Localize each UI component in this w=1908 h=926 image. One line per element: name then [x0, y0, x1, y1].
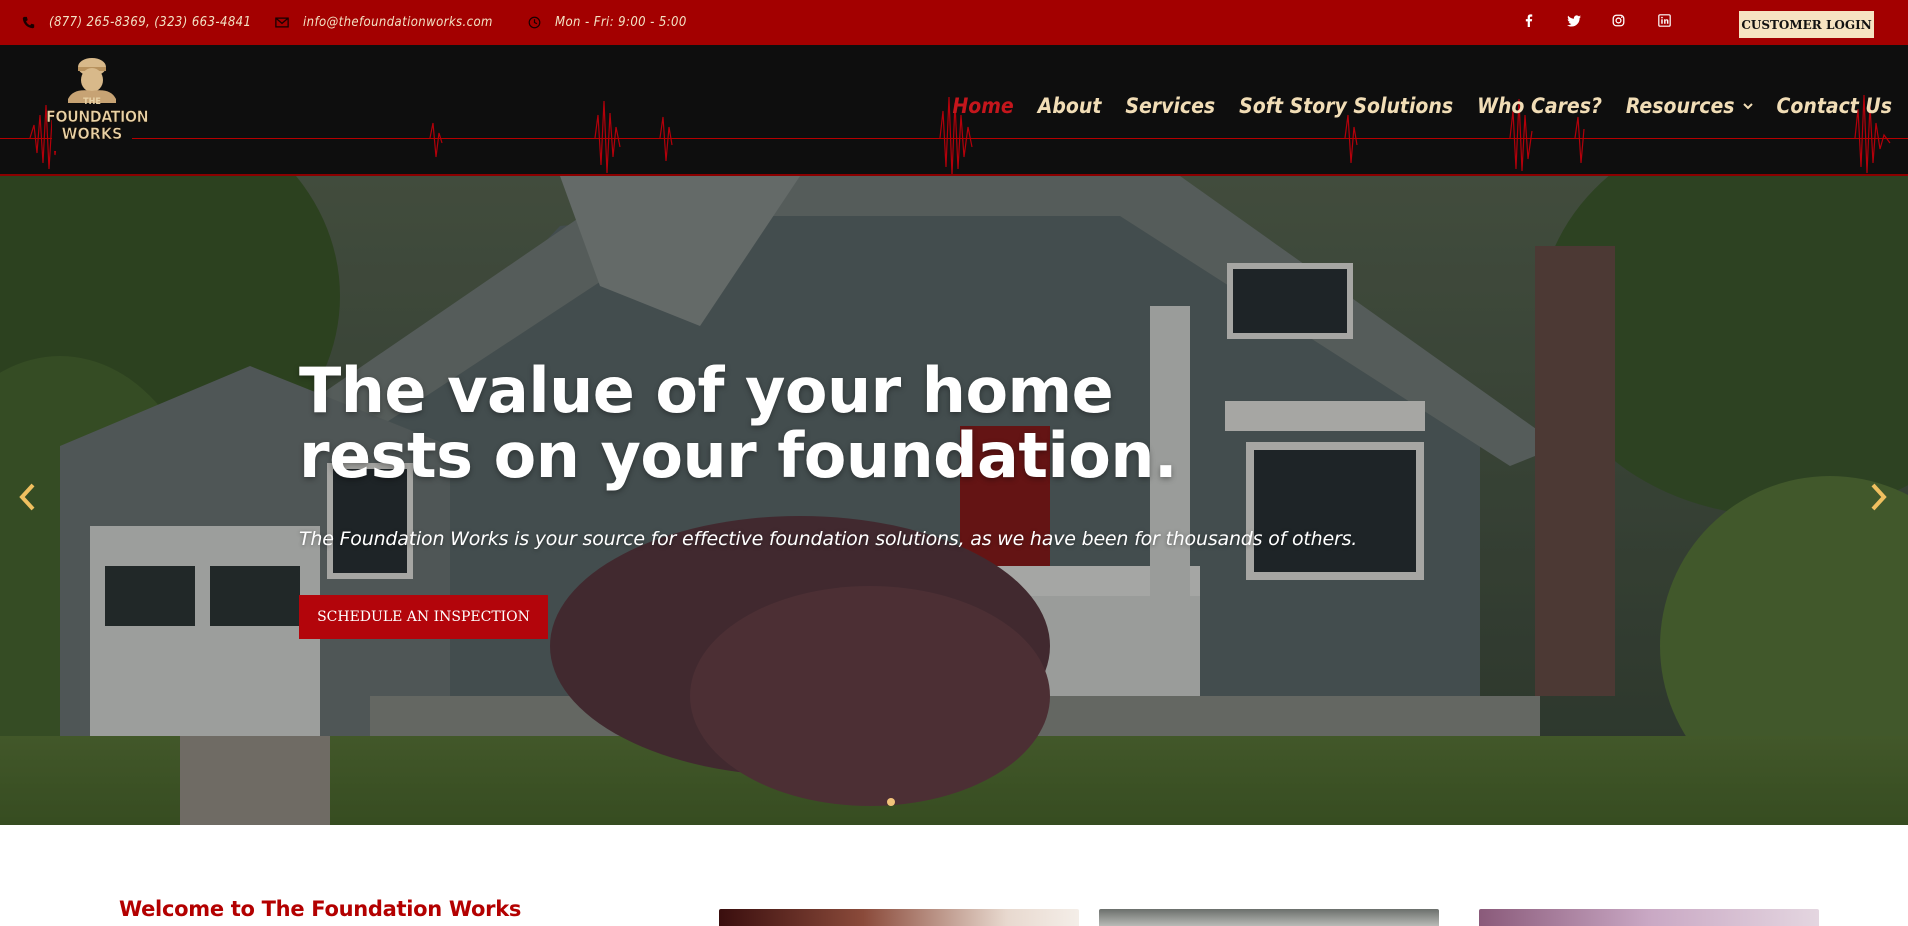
twitter-icon — [1567, 14, 1581, 31]
linkedin-icon — [1658, 14, 1671, 31]
twitter-link[interactable] — [1567, 0, 1581, 45]
facebook-icon — [1525, 14, 1533, 31]
logo-wordmark: THE FOUNDATION WORKS — [46, 97, 149, 143]
logo-line-3: WORKS — [61, 124, 123, 143]
header-red-line — [0, 138, 1908, 139]
hero-subheadline: The Foundation Works is your source for … — [299, 528, 1358, 550]
nav-item-resources[interactable]: Resources — [1626, 94, 1753, 118]
nav-item-who-cares[interactable]: Who Cares? — [1477, 94, 1602, 118]
email-info[interactable]: info@thefoundationworks.com — [275, 0, 493, 45]
nav-item-label: Contact Us — [1776, 94, 1892, 118]
phone-info[interactable]: (877) 265-8369, (323) 663-4841 — [22, 0, 251, 45]
nav-item-about[interactable]: About — [1038, 94, 1102, 118]
customer-login-button[interactable]: CUSTOMER LOGIN — [1739, 11, 1874, 38]
linkedin-link[interactable] — [1658, 0, 1671, 45]
site-header: THE FOUNDATION WORKS Home About Services… — [0, 45, 1908, 176]
nav-item-soft-story-solutions[interactable]: Soft Story Solutions — [1239, 94, 1453, 118]
feature-image-3[interactable] — [1479, 909, 1819, 926]
site-logo[interactable]: THE FOUNDATION WORKS — [46, 53, 149, 157]
chevron-down-icon — [1742, 99, 1753, 113]
instagram-icon — [1612, 14, 1625, 31]
nav-item-contact-us[interactable]: Contact Us — [1777, 94, 1892, 118]
clock-icon — [528, 16, 541, 29]
hero-slider: The value of your home rests on your fou… — [0, 176, 1908, 825]
hero-headline: The value of your home rests on your fou… — [299, 354, 1178, 492]
nav-item-home[interactable]: Home — [952, 94, 1013, 118]
feature-image-1[interactable] — [719, 909, 1079, 926]
instagram-link[interactable] — [1612, 0, 1625, 45]
top-bar: (877) 265-8369, (323) 663-4841 info@thef… — [0, 0, 1908, 45]
nav-item-services[interactable]: Services — [1125, 94, 1215, 118]
feature-image-2[interactable] — [1099, 909, 1439, 926]
slider-prev-button[interactable] — [18, 476, 36, 522]
nav-item-label: Resources — [1625, 94, 1735, 118]
hours-info: Mon - Fri: 9:00 - 5:00 — [528, 0, 687, 45]
logo-line-1: THE — [83, 97, 101, 107]
chevron-left-icon — [19, 483, 35, 511]
welcome-heading: Welcome to The Foundation Works — [119, 897, 522, 921]
slider-next-button[interactable] — [1870, 476, 1888, 522]
chevron-right-icon — [1871, 483, 1887, 511]
schedule-inspection-button[interactable]: SCHEDULE AN INSPECTION — [299, 595, 548, 639]
envelope-icon — [275, 17, 289, 28]
main-nav: Home About Services Soft Story Solutions… — [928, 91, 1892, 121]
nav-item-label: About — [1037, 94, 1102, 118]
email-text: info@thefoundationworks.com — [303, 15, 493, 30]
facebook-link[interactable] — [1525, 0, 1533, 45]
slider-dot[interactable] — [887, 798, 895, 806]
nav-item-label: Home — [952, 94, 1014, 118]
phone-text: (877) 265-8369, (323) 663-4841 — [49, 15, 252, 30]
nav-item-label: Soft Story Solutions — [1239, 94, 1454, 118]
hero-house-image — [0, 176, 1908, 825]
phone-icon — [22, 16, 35, 29]
logo-line-2: FOUNDATION — [46, 107, 149, 126]
hours-text: Mon - Fri: 9:00 - 5:00 — [555, 15, 687, 30]
nav-item-label: Who Cares? — [1477, 94, 1602, 118]
nav-item-label: Services — [1125, 94, 1216, 118]
